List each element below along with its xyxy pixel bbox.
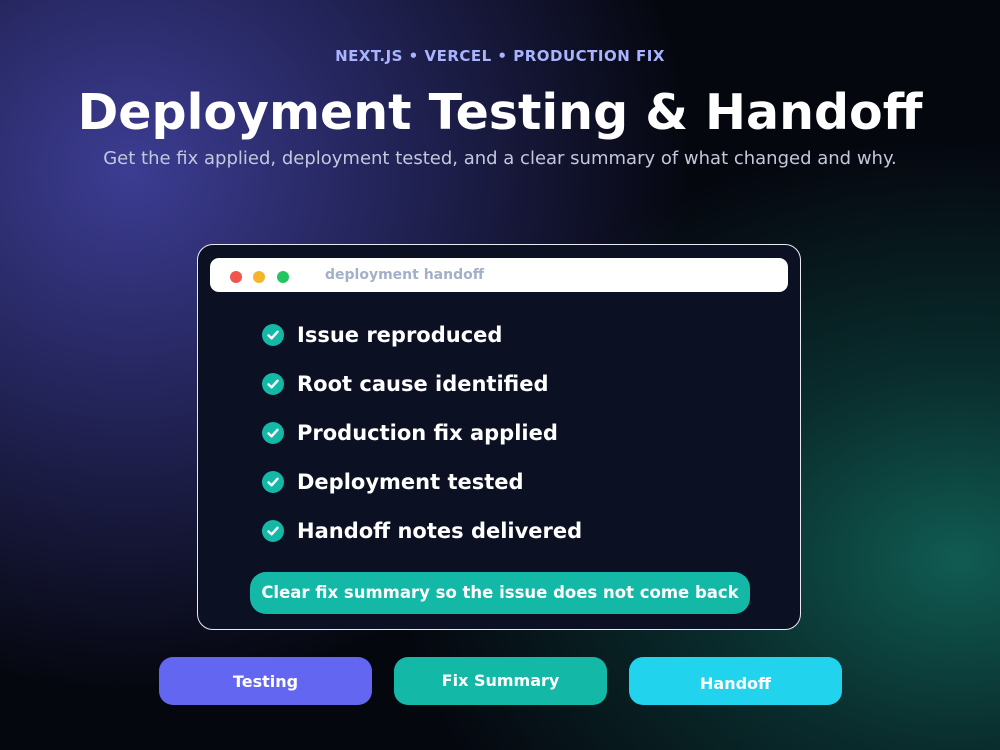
eyebrow-tagline: NEXT.JS • VERCEL • PRODUCTION FIX [335,47,665,65]
window-titlebar: deployment handoff [210,258,788,292]
maximize-dot-icon[interactable] [277,271,289,283]
check-circle-icon [262,520,284,542]
check-circle-icon [262,373,284,395]
checklist-item-issue-reproduced: Issue reproduced [262,319,582,368]
checklist-item-label: Issue reproduced [297,323,503,347]
check-circle-icon [262,324,284,346]
page-title: Deployment Testing & Handoff [77,84,923,141]
checklist-item-production-fix-applied: Production fix applied [262,417,582,466]
minimize-dot-icon[interactable] [253,271,265,283]
checklist-item-label: Deployment tested [297,470,524,494]
page-subtitle: Get the fix applied, deployment tested, … [103,148,897,169]
checklist-item-deployment-tested: Deployment tested [262,466,582,515]
handoff-button[interactable]: Handoff [629,657,842,705]
deployment-handoff-window: deployment handoff Issue reproduced Root… [197,244,801,630]
checklist-item-handoff-notes-delivered: Handoff notes delivered [262,515,582,564]
window-title: deployment handoff [325,267,485,283]
check-circle-icon [262,471,284,493]
checklist-item-label: Root cause identified [297,372,549,396]
fix-summary-pill: Clear fix summary so the issue does not … [250,572,750,614]
fix-summary-button[interactable]: Fix Summary [394,657,607,705]
check-circle-icon [262,422,284,444]
close-dot-icon[interactable] [230,271,242,283]
checklist-item-root-cause-identified: Root cause identified [262,368,582,417]
checklist-item-label: Production fix applied [297,421,558,445]
checklist: Issue reproduced Root cause identified P… [262,319,582,564]
checklist-item-label: Handoff notes delivered [297,519,583,543]
testing-button[interactable]: Testing [159,657,372,705]
